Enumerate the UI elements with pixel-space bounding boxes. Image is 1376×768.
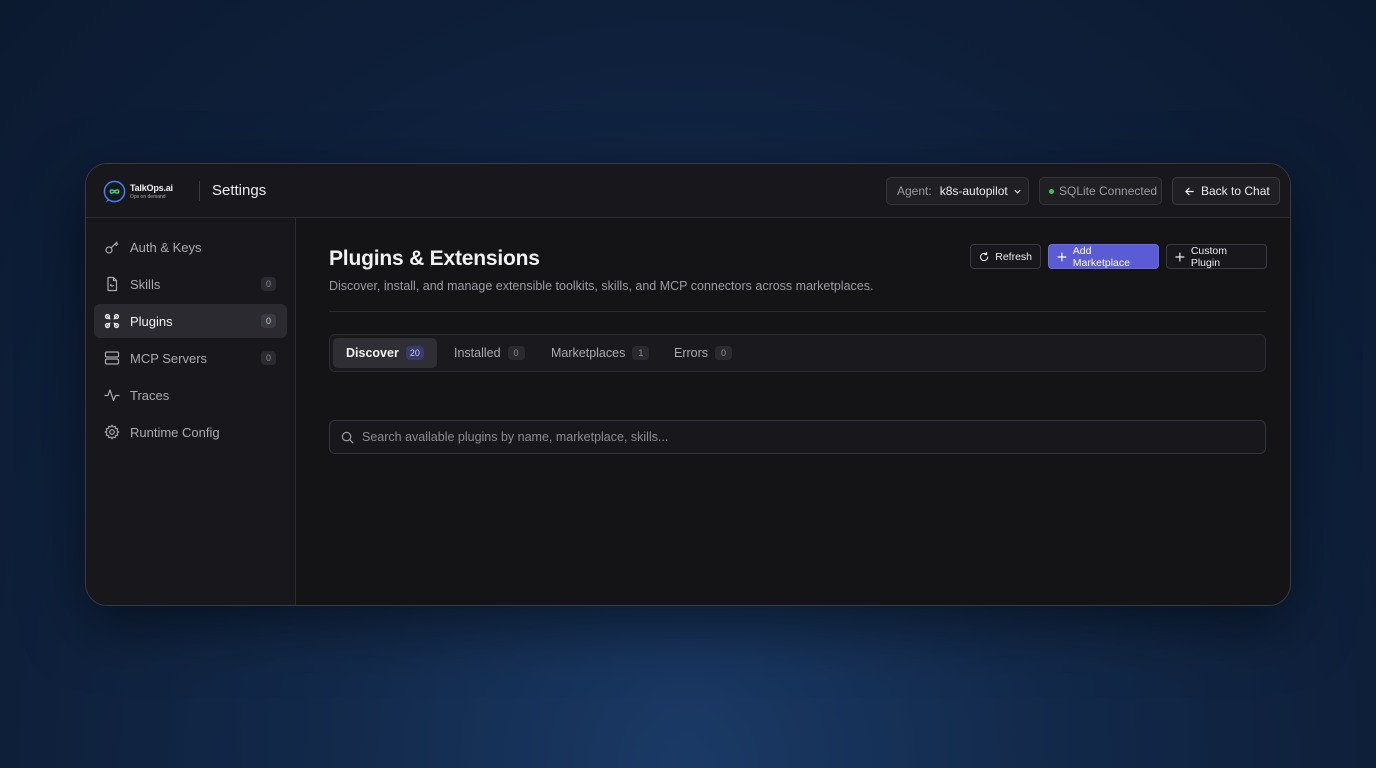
settings-window: TalkOps.ai Ops on demand Settings Agent:… xyxy=(85,163,1291,606)
page-header-title: Settings xyxy=(212,182,267,199)
settings-sidebar: Auth & Keys Skills 0 Plugins 0 MCP Serve… xyxy=(86,218,296,605)
back-to-chat-label: Back to Chat xyxy=(1201,184,1270,198)
section-divider xyxy=(329,311,1266,312)
brand-name: TalkOps.ai xyxy=(130,182,173,193)
page-subtitle: Discover, install, and manage extensible… xyxy=(329,279,874,293)
sidebar-item-label: Skills xyxy=(130,276,161,292)
activity-icon xyxy=(104,389,120,402)
chevron-down-icon xyxy=(1014,189,1021,194)
status-text: SQLite Connected xyxy=(1059,184,1158,198)
tab-errors[interactable]: Errors 0 xyxy=(661,338,745,368)
sidebar-item-label: Auth & Keys xyxy=(130,239,202,255)
sidebar-item-count: 0 xyxy=(261,277,276,291)
sidebar-item-label: MCP Servers xyxy=(130,350,208,366)
plugin-search-box[interactable] xyxy=(329,420,1266,454)
file-icon xyxy=(107,276,118,292)
tab-label: Errors xyxy=(674,346,709,360)
refresh-icon xyxy=(980,251,989,261)
header-divider xyxy=(199,181,200,201)
agent-value: k8s-autopilot xyxy=(939,184,1008,198)
plus-icon xyxy=(1175,251,1185,262)
gear-icon xyxy=(104,424,120,440)
sidebar-item-label: Plugins xyxy=(130,313,173,329)
sidebar-item-runtime-config[interactable]: Runtime Config xyxy=(94,415,287,449)
tab-count-badge: 1 xyxy=(632,346,650,360)
sidebar-item-count: 0 xyxy=(261,351,276,365)
agent-label: Agent: xyxy=(897,184,932,198)
key-icon xyxy=(105,241,119,254)
sidebar-item-plugins[interactable]: Plugins 0 xyxy=(94,304,287,338)
brand-logo[interactable]: TalkOps.ai Ops on demand xyxy=(103,180,173,203)
sidebar-item-auth-keys[interactable]: Auth & Keys xyxy=(94,230,287,264)
server-icon xyxy=(104,351,120,365)
plus-icon xyxy=(1057,251,1067,262)
custom-plugin-label: Custom Plugin xyxy=(1190,244,1228,269)
brand-tagline: Ops on demand xyxy=(130,193,166,200)
tab-marketplaces[interactable]: Marketplaces 1 xyxy=(538,338,662,368)
page-title: Plugins & Extensions xyxy=(329,247,540,270)
sidebar-item-label: Runtime Config xyxy=(130,424,220,440)
add-marketplace-button[interactable]: Add Marketplace xyxy=(1048,244,1159,269)
tab-label: Installed xyxy=(454,346,501,360)
add-marketplace-label: Add Marketplace xyxy=(1072,244,1130,269)
sidebar-item-traces[interactable]: Traces xyxy=(94,378,287,412)
search-input[interactable] xyxy=(362,430,1265,444)
main-content: Plugins & Extensions Discover, install, … xyxy=(297,218,1290,605)
puzzle-icon xyxy=(104,313,120,329)
back-to-chat-button[interactable]: Back to Chat xyxy=(1172,177,1280,205)
tab-count-badge: 0 xyxy=(715,346,733,360)
plugin-tabs: Discover 20 Installed 0 Marketplaces 1 E… xyxy=(329,334,1266,372)
custom-plugin-button[interactable]: Custom Plugin xyxy=(1166,244,1267,269)
top-bar: TalkOps.ai Ops on demand Settings Agent:… xyxy=(86,164,1290,218)
sidebar-item-count: 0 xyxy=(261,314,276,328)
agent-select[interactable]: Agent: k8s-autopilot xyxy=(886,177,1029,205)
connection-status-badge: SQLite Connected xyxy=(1039,177,1162,205)
sidebar-item-mcp-servers[interactable]: MCP Servers 0 xyxy=(94,341,287,375)
tab-label: Marketplaces xyxy=(551,346,626,360)
search-icon xyxy=(341,431,354,443)
sidebar-item-label: Traces xyxy=(130,387,170,403)
refresh-label: Refresh xyxy=(995,250,1032,263)
tab-discover[interactable]: Discover 20 xyxy=(333,338,437,368)
status-dot-icon xyxy=(1049,188,1054,194)
refresh-button[interactable]: Refresh xyxy=(970,244,1041,269)
tab-count-badge: 0 xyxy=(507,346,525,360)
logo-icon xyxy=(103,180,126,203)
sidebar-item-skills[interactable]: Skills 0 xyxy=(94,267,287,301)
tab-installed[interactable]: Installed 0 xyxy=(441,338,538,368)
tab-count-badge: 20 xyxy=(405,346,424,360)
arrow-left-icon xyxy=(1185,187,1194,195)
tab-label: Discover xyxy=(346,346,399,360)
